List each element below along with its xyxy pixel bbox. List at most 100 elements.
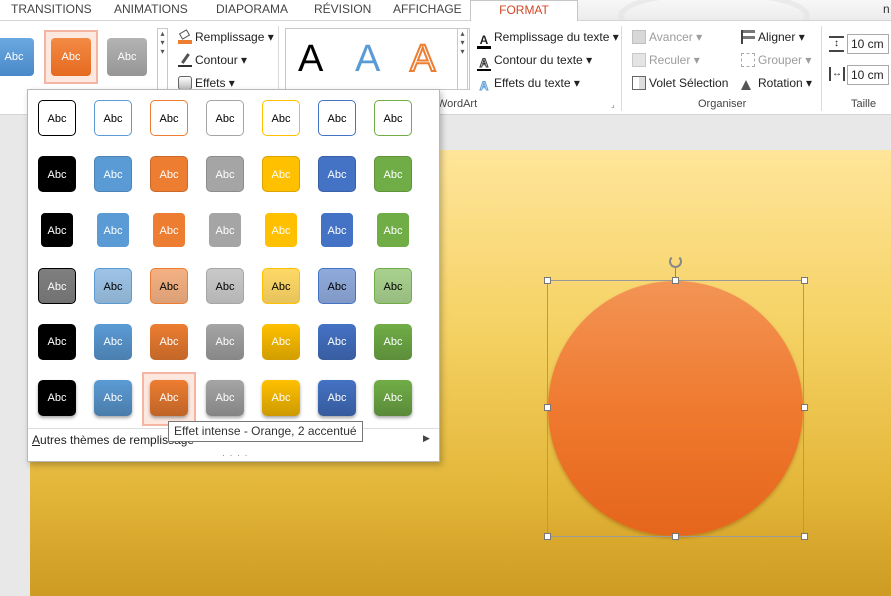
shape-style-gray[interactable]: Abc (107, 38, 147, 76)
text-effects-label: Effets du texte (494, 76, 571, 90)
wordart-style-blue[interactable]: A (355, 38, 380, 80)
gallery-style-r3-c3[interactable]: Abc (152, 212, 186, 248)
gallery-style-r5-c7[interactable]: Abc (374, 324, 412, 360)
gallery-style-r3-c2[interactable]: Abc (96, 212, 130, 248)
gallery-style-r4-c1[interactable]: Abc (38, 268, 76, 304)
gallery-style-r4-c5[interactable]: Abc (262, 268, 300, 304)
gallery-style-r2-c7[interactable]: Abc (374, 156, 412, 192)
rotation-handle-icon[interactable] (669, 255, 682, 268)
gallery-style-r1-c2[interactable]: Abc (94, 100, 132, 136)
arrange-group-label: Organiser (698, 98, 747, 110)
effects-icon (178, 76, 192, 90)
wordart-style-black[interactable]: A (298, 38, 323, 80)
resize-grip-icon[interactable]: · · · · (222, 450, 249, 460)
title-decoration (578, 0, 891, 20)
gallery-style-r3-c7[interactable]: Abc (376, 212, 410, 248)
gallery-style-r6-c5[interactable]: Abc (262, 380, 300, 416)
gallery-style-r1-c4[interactable]: Abc (206, 100, 244, 136)
gallery-style-r6-c3[interactable]: Abc (150, 380, 188, 416)
ribbon-tabs: TRANSITIONS ANIMATIONS DIAPORAMA RÉVISIO… (0, 0, 891, 21)
send-backward-icon (632, 53, 646, 67)
wordart-scroll[interactable]: ▴ ▾ ▾ (457, 28, 468, 90)
selection-pane-icon (632, 76, 646, 90)
shape-effects-label: Effets (195, 76, 226, 90)
wordart-style-orange-outline[interactable]: A (409, 37, 436, 81)
resize-handle-w[interactable] (544, 404, 551, 411)
gallery-style-r5-c4[interactable]: Abc (206, 324, 244, 360)
shape-style-scroll[interactable]: ▴ ▾ ▾ (157, 28, 168, 90)
resize-handle-ne[interactable] (801, 277, 808, 284)
selection-box (547, 280, 804, 537)
resize-handle-sw[interactable] (544, 533, 551, 540)
selection-pane-button[interactable]: Volet Sélection (632, 74, 728, 92)
dialog-launcher-icon[interactable]: ⌟ (611, 100, 615, 109)
text-outline-button[interactable]: A Contour du texte ▾ (477, 51, 592, 71)
gallery-style-r3-c1[interactable]: Abc (40, 212, 74, 248)
gallery-style-r2-c5[interactable]: Abc (262, 156, 300, 192)
ribbon-separator (621, 26, 622, 111)
tab-transitions[interactable]: TRANSITIONS (11, 0, 92, 20)
group-button[interactable]: Grouper ▾ (741, 51, 811, 69)
shape-height-input[interactable]: 10 cm (847, 34, 889, 54)
gallery-style-r3-c4[interactable]: Abc (208, 212, 242, 248)
more-themes-accelerator: A (32, 433, 41, 447)
gallery-style-r3-c6[interactable]: Abc (320, 212, 354, 248)
gallery-style-r2-c2[interactable]: Abc (94, 156, 132, 192)
group-icon (741, 53, 755, 67)
tooltip: Effet intense - Orange, 2 accentué (168, 421, 363, 442)
gallery-style-r3-c5[interactable]: Abc (264, 212, 298, 248)
text-fill-button[interactable]: A Remplissage du texte ▾ (477, 28, 619, 49)
shape-outline-button[interactable]: Contour ▾ (178, 51, 247, 69)
gallery-style-r6-c7[interactable]: Abc (374, 380, 412, 416)
gallery-style-r2-c4[interactable]: Abc (206, 156, 244, 192)
text-outline-icon: A (477, 57, 491, 71)
gallery-style-r1-c1[interactable]: Abc (38, 100, 76, 136)
gallery-style-r6-c2[interactable]: Abc (94, 380, 132, 416)
gallery-style-r1-c7[interactable]: Abc (374, 100, 412, 136)
pencil-icon (178, 53, 192, 67)
gallery-style-r4-c6[interactable]: Abc (318, 268, 356, 304)
gallery-style-r1-c3[interactable]: Abc (150, 100, 188, 136)
gallery-style-r6-c4[interactable]: Abc (206, 380, 244, 416)
gallery-style-r4-c4[interactable]: Abc (206, 268, 244, 304)
bring-forward-button[interactable]: Avancer ▾ (632, 28, 702, 46)
shape-width-input[interactable]: 10 cm (847, 65, 889, 85)
gallery-style-r4-c3[interactable]: Abc (150, 268, 188, 304)
gallery-style-r5-c2[interactable]: Abc (94, 324, 132, 360)
shape-style-orange[interactable]: Abc (51, 38, 91, 76)
resize-handle-n[interactable] (672, 277, 679, 284)
gallery-style-r2-c1[interactable]: Abc (38, 156, 76, 192)
resize-handle-e[interactable] (801, 404, 808, 411)
resize-handle-s[interactable] (672, 533, 679, 540)
size-group-label: Taille (851, 98, 877, 110)
gallery-style-r5-c1[interactable]: Abc (38, 324, 76, 360)
shape-fill-button[interactable]: Remplissage ▾ (178, 28, 274, 46)
tab-format[interactable]: FORMAT (470, 0, 578, 21)
gallery-style-r4-c2[interactable]: Abc (94, 268, 132, 304)
selection-pane-label: Volet Sélection (649, 76, 729, 90)
resize-handle-se[interactable] (801, 533, 808, 540)
gallery-style-r2-c6[interactable]: Abc (318, 156, 356, 192)
text-effects-button[interactable]: A Effets du texte ▾ (477, 74, 580, 94)
tab-animations[interactable]: ANIMATIONS (114, 0, 188, 20)
gallery-style-r5-c6[interactable]: Abc (318, 324, 356, 360)
gallery-style-r5-c5[interactable]: Abc (262, 324, 300, 360)
shape-style-blue[interactable]: Abc (0, 38, 34, 76)
rotate-label: Rotation (758, 76, 803, 90)
align-button[interactable]: Aligner ▾ (741, 28, 805, 46)
gallery-style-r4-c7[interactable]: Abc (374, 268, 412, 304)
gallery-style-r6-c1[interactable]: Abc (38, 380, 76, 416)
tab-affichage[interactable]: AFFICHAGE (393, 0, 462, 20)
text-outline-label: Contour du texte (494, 53, 583, 67)
resize-handle-nw[interactable] (544, 277, 551, 284)
gallery-style-r1-c6[interactable]: Abc (318, 100, 356, 136)
tab-diaporama[interactable]: DIAPORAMA (216, 0, 288, 20)
send-backward-button[interactable]: Reculer ▾ (632, 51, 700, 69)
gallery-style-r1-c5[interactable]: Abc (262, 100, 300, 136)
align-icon (741, 30, 755, 44)
rotate-button[interactable]: Rotation ▾ (741, 74, 812, 92)
tab-revision[interactable]: RÉVISION (314, 0, 371, 20)
gallery-style-r5-c3[interactable]: Abc (150, 324, 188, 360)
gallery-style-r6-c6[interactable]: Abc (318, 380, 356, 416)
gallery-style-r2-c3[interactable]: Abc (150, 156, 188, 192)
